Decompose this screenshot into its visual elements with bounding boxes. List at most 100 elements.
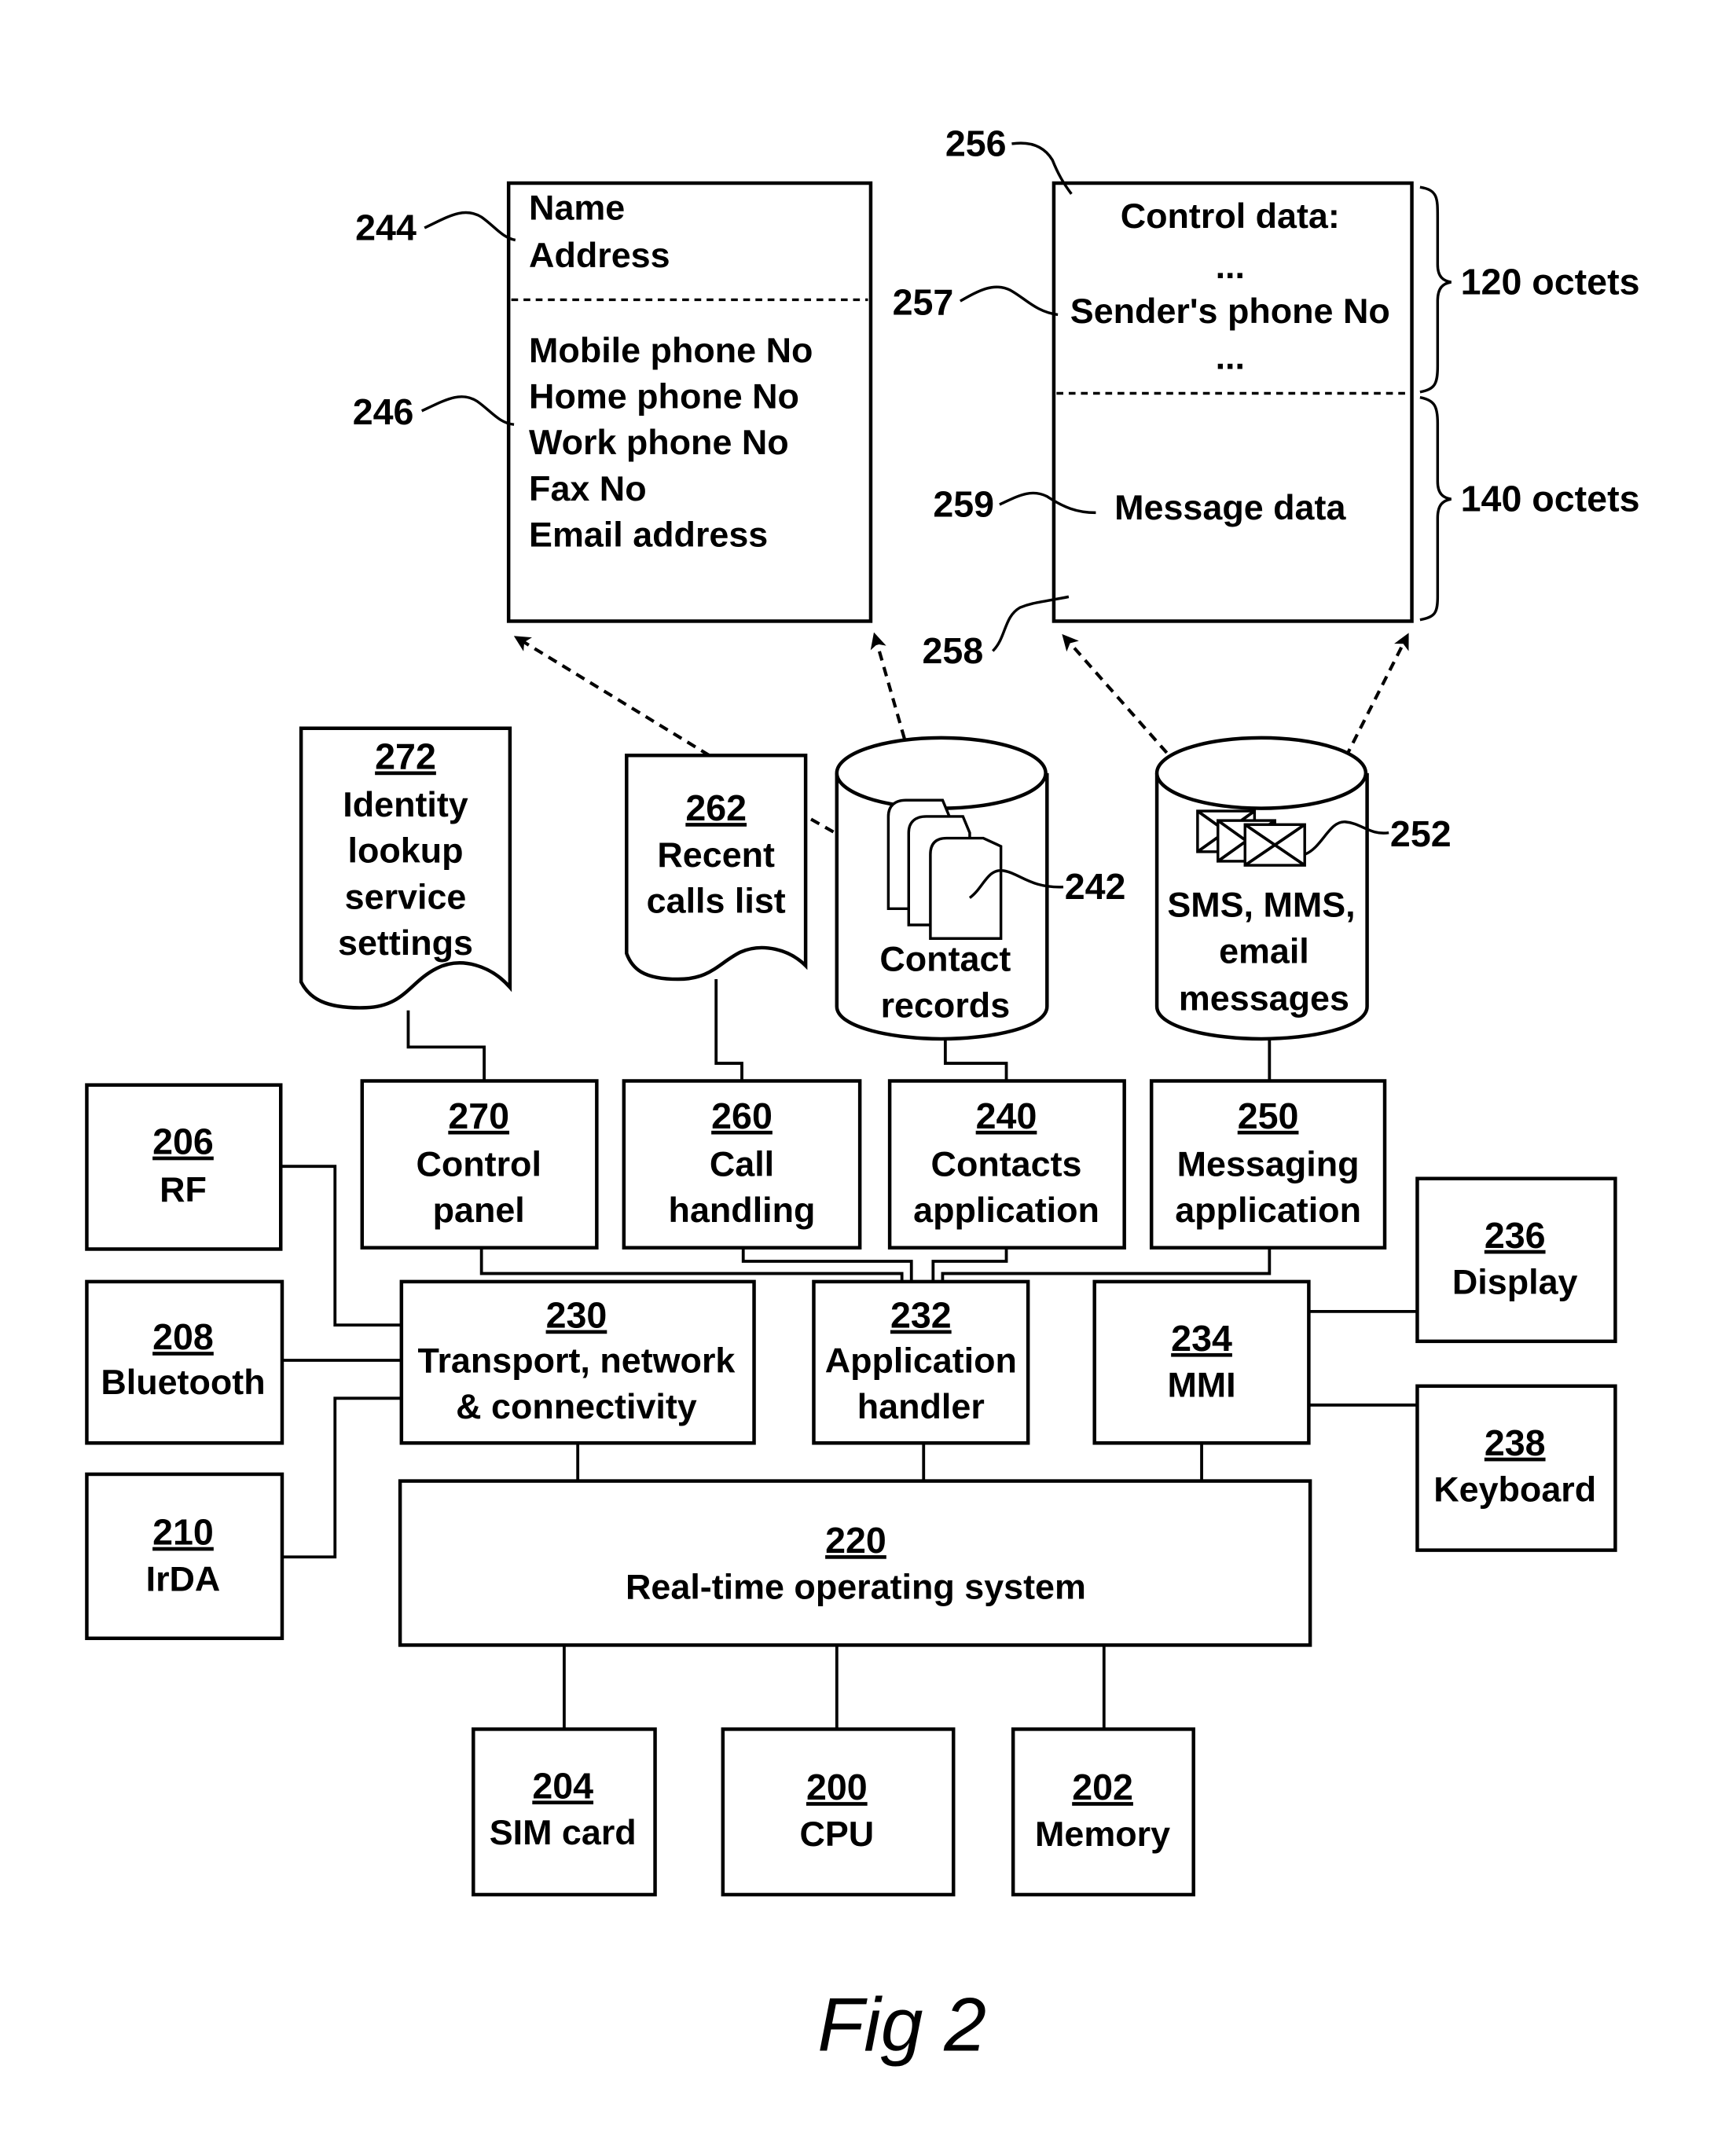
ref-259: 259 bbox=[933, 484, 994, 525]
sms-message-structure: Control data: ... Sender's phone No ... … bbox=[893, 123, 1640, 671]
ref-232: 232 bbox=[890, 1295, 952, 1336]
ref-208: 208 bbox=[152, 1316, 214, 1357]
arrow-recent-calls-to-contact-record bbox=[513, 636, 710, 758]
label-line: Recent bbox=[657, 835, 775, 875]
memory-block: 202 Memory bbox=[1011, 1727, 1195, 1897]
label-line: CPU bbox=[799, 1814, 874, 1854]
display-block: 236 Display bbox=[1415, 1176, 1617, 1344]
field-name: Name bbox=[529, 188, 625, 228]
label-line: application bbox=[913, 1190, 1099, 1230]
label-line: Real-time operating system bbox=[626, 1567, 1086, 1607]
ref-252: 252 bbox=[1390, 813, 1452, 854]
label-line: Messaging bbox=[1177, 1143, 1360, 1183]
label-line: Memory bbox=[1035, 1814, 1170, 1854]
application-handler-block: 232 Application handler bbox=[812, 1279, 1030, 1445]
ref-204: 204 bbox=[532, 1765, 593, 1806]
ref-206: 206 bbox=[152, 1121, 214, 1162]
ref-257: 257 bbox=[893, 281, 954, 322]
contact-record-structure: Name Address Mobile phone No Home phone … bbox=[353, 181, 873, 623]
ref-242: 242 bbox=[1065, 866, 1126, 907]
ref-272: 272 bbox=[375, 736, 436, 777]
label-line: Application bbox=[825, 1341, 1017, 1381]
ellipsis-top: ... bbox=[1216, 246, 1245, 286]
sim-card-block: 204 SIM card bbox=[472, 1727, 657, 1897]
ref-244: 244 bbox=[355, 207, 417, 248]
label-line: panel bbox=[433, 1190, 525, 1230]
ref-262: 262 bbox=[685, 787, 747, 828]
messaging-application-block: 250 Messaging application bbox=[1149, 1079, 1387, 1249]
identity-lookup-document: 272 Identity lookup service settings bbox=[299, 726, 512, 1010]
bluetooth-block: 208 Bluetooth bbox=[85, 1279, 284, 1445]
ref-260: 260 bbox=[711, 1095, 773, 1136]
irda-block: 210 IrDA bbox=[85, 1472, 284, 1641]
figure-label: Fig 2 bbox=[817, 1983, 986, 2067]
label-line: & connectivity bbox=[456, 1386, 697, 1426]
label-line: Contact bbox=[879, 939, 1011, 979]
ref-200: 200 bbox=[806, 1767, 868, 1807]
label-line: Control bbox=[416, 1143, 541, 1183]
keyboard-block: 238 Keyboard bbox=[1415, 1384, 1617, 1552]
mmi-block: 234 MMI bbox=[1092, 1279, 1311, 1445]
label-line: handler bbox=[857, 1386, 985, 1426]
label-line: SIM card bbox=[490, 1812, 637, 1852]
brace-140 bbox=[1419, 395, 1452, 622]
messages-database: SMS, MMS, email messages 252 bbox=[1154, 736, 1452, 1041]
field-home: Home phone No bbox=[529, 376, 799, 416]
ref-238: 238 bbox=[1485, 1422, 1546, 1463]
label-line: handling bbox=[669, 1190, 816, 1230]
field-work: Work phone No bbox=[529, 422, 789, 462]
ref-258: 258 bbox=[923, 630, 984, 671]
ref-236: 236 bbox=[1485, 1215, 1546, 1256]
field-mobile: Mobile phone No bbox=[529, 330, 813, 370]
rtos-block: 220 Real-time operating system bbox=[398, 1479, 1312, 1647]
label-line: SMS, MMS, bbox=[1167, 885, 1355, 925]
label-line: IrDA bbox=[146, 1558, 221, 1598]
field-email: Email address bbox=[529, 515, 768, 555]
control-panel-block: 270 Control panel bbox=[360, 1079, 599, 1249]
label-line: messages bbox=[1179, 978, 1349, 1018]
label-line: RF bbox=[160, 1169, 207, 1209]
ref-220: 220 bbox=[825, 1520, 886, 1561]
label-line: Identity bbox=[343, 784, 468, 824]
label-line: settings bbox=[338, 923, 473, 963]
block-diagram: Name Address Mobile phone No Home phone … bbox=[85, 123, 1640, 2067]
label-line: calls list bbox=[647, 880, 786, 920]
leader-246 bbox=[420, 395, 515, 426]
rf-block: 206 RF bbox=[85, 1083, 283, 1251]
control-data-title: Control data: bbox=[1121, 196, 1340, 236]
size-message: 140 octets bbox=[1461, 479, 1640, 519]
ref-240: 240 bbox=[976, 1095, 1037, 1136]
leader-257 bbox=[959, 285, 1059, 317]
sender-phone-field: Sender's phone No bbox=[1070, 291, 1390, 331]
ref-230: 230 bbox=[546, 1295, 607, 1336]
ref-270: 270 bbox=[448, 1095, 509, 1136]
ref-256: 256 bbox=[945, 123, 1007, 164]
ellipsis-bottom: ... bbox=[1216, 336, 1245, 376]
label-line: Transport, network bbox=[418, 1341, 736, 1381]
label-line: Contacts bbox=[931, 1143, 1082, 1183]
contacts-database: Contact records 242 bbox=[835, 736, 1126, 1041]
brace-120 bbox=[1419, 185, 1452, 394]
field-address: Address bbox=[529, 235, 670, 275]
label-line: MMI bbox=[1167, 1365, 1235, 1405]
label-line: service bbox=[345, 876, 467, 916]
ref-202: 202 bbox=[1072, 1767, 1133, 1807]
contacts-application-block: 240 Contacts application bbox=[887, 1079, 1126, 1249]
field-fax: Fax No bbox=[529, 468, 647, 508]
label-line: Bluetooth bbox=[101, 1362, 265, 1402]
label-line: records bbox=[881, 985, 1011, 1025]
label-line: Display bbox=[1452, 1261, 1578, 1301]
ref-234: 234 bbox=[1171, 1318, 1232, 1359]
label-line: email bbox=[1219, 930, 1309, 971]
size-control: 120 octets bbox=[1461, 262, 1640, 303]
ref-250: 250 bbox=[1238, 1095, 1299, 1136]
label-line: application bbox=[1175, 1190, 1361, 1230]
label-line: Call bbox=[710, 1143, 774, 1183]
recent-calls-document: 262 Recent calls list bbox=[625, 754, 808, 982]
message-data-field: Message data bbox=[1114, 487, 1346, 527]
ref-210: 210 bbox=[152, 1512, 214, 1553]
leader-244 bbox=[424, 211, 516, 242]
label-line: lookup bbox=[347, 831, 463, 871]
cpu-block: 200 CPU bbox=[721, 1727, 956, 1897]
call-handling-block: 260 Call handling bbox=[622, 1079, 862, 1249]
